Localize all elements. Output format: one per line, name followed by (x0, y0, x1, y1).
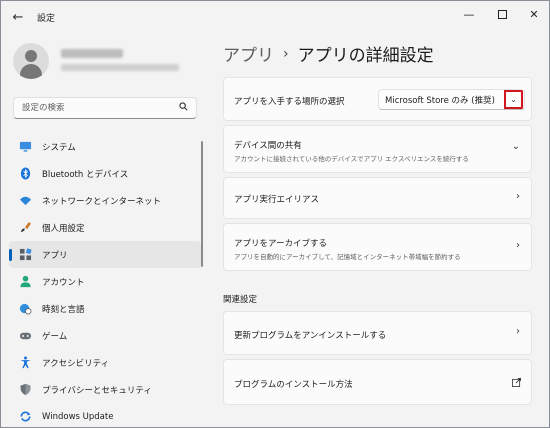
sidebar-item-label: アカウント (42, 277, 85, 288)
monitor-icon (19, 141, 32, 152)
sidebar-item-label: Windows Update (42, 411, 114, 422)
related-settings-heading: 関連設定 (223, 295, 258, 305)
sidebar-item-label: ネットワークとインターネット (42, 196, 162, 207)
sidebar-scrollbar[interactable] (201, 141, 203, 267)
maximize-icon (497, 9, 507, 19)
search-icon (179, 102, 188, 114)
apps-icon (19, 248, 32, 261)
sidebar-nav: システム Bluetooth とデバイス ネットワークとインターネット 個人用設… (9, 133, 201, 427)
sidebar-item-accessibility[interactable]: アクセシビリティ (9, 349, 201, 376)
settings-window: ← 設定 — ✕ システム Bluetooth とデバイス (0, 0, 550, 428)
page-title: アプリの詳細設定 (297, 46, 434, 66)
chevron-right-icon: › (516, 191, 520, 202)
user-email-redacted (61, 64, 179, 71)
sidebar-item-label: Bluetooth とデバイス (42, 169, 129, 180)
app-source-dropdown[interactable]: Microsoft Store のみ (推奨) ⌄ (378, 89, 525, 110)
minimize-button[interactable]: — (452, 1, 486, 27)
sidebar-item-label: アプリ (42, 250, 68, 261)
user-name-redacted (61, 49, 123, 58)
sidebar-item-time-language[interactable]: 時刻と言語 (9, 295, 201, 322)
chevron-right-icon: › (516, 240, 520, 251)
sidebar-item-bluetooth[interactable]: Bluetooth とデバイス (9, 160, 201, 187)
minimize-icon: — (463, 7, 475, 21)
search-input[interactable] (22, 103, 172, 113)
close-icon: ✕ (529, 7, 539, 21)
sidebar-item-label: アクセシビリティ (42, 358, 110, 369)
sidebar-item-system[interactable]: システム (9, 133, 201, 160)
sidebar-item-gaming[interactable]: ゲーム (9, 322, 201, 349)
brush-icon (20, 222, 32, 233)
dropdown-value: Microsoft Store のみ (推奨) (385, 95, 495, 106)
app-source-title: アプリを入手する場所の選択 (234, 97, 345, 107)
chevron-down-icon: ⌄ (511, 141, 520, 152)
sidebar-item-label: プライバシーとセキュリティ (42, 385, 152, 396)
share-description: アカウントに接続されている他のデバイスでアプリ エクスペリエンスを続行する (234, 155, 469, 163)
search-box[interactable] (13, 97, 197, 119)
sidebar-item-label: ゲーム (42, 331, 68, 342)
app-execution-alias-card[interactable]: アプリ実行エイリアス › (223, 177, 532, 219)
app-source-card: アプリを入手する場所の選択 Microsoft Store のみ (推奨) ⌄ (223, 77, 532, 121)
sidebar-item-network[interactable]: ネットワークとインターネット (9, 187, 201, 214)
back-button[interactable]: ← (7, 7, 29, 27)
archive-title: アプリをアーカイブする (234, 239, 327, 249)
uninstall-updates-title: 更新プログラムをアンインストールする (234, 331, 387, 341)
wifi-icon (19, 196, 32, 206)
shield-icon (20, 383, 31, 396)
title-bar: ← 設定 — ✕ (1, 1, 549, 33)
sidebar-item-accounts[interactable]: アカウント (9, 268, 201, 295)
chevron-right-icon: › (516, 326, 520, 337)
share-across-devices-card[interactable]: デバイス間の共有 アカウントに接続されている他のデバイスでアプリ エクスペリエン… (223, 125, 532, 173)
breadcrumb: アプリ › アプリの詳細設定 (223, 41, 434, 67)
globe-clock-icon (19, 303, 32, 315)
sidebar-item-label: 時刻と言語 (42, 304, 85, 315)
sidebar-item-personalization[interactable]: 個人用設定 (9, 214, 201, 241)
sidebar-item-apps[interactable]: アプリ (9, 241, 201, 268)
install-programs-card[interactable]: プログラムのインストール方法 (223, 359, 532, 405)
sidebar-item-privacy[interactable]: プライバシーとセキュリティ (9, 376, 201, 403)
sidebar-item-label: システム (42, 142, 76, 153)
update-icon (20, 411, 31, 422)
arrow-left-icon: ← (12, 9, 24, 25)
open-external-icon (512, 378, 521, 387)
sidebar-item-windows-update[interactable]: Windows Update (9, 403, 201, 427)
alias-title: アプリ実行エイリアス (234, 195, 320, 205)
bluetooth-icon (20, 167, 31, 180)
accessibility-icon (20, 356, 31, 369)
dropdown-toggle[interactable]: ⌄ (504, 90, 523, 109)
avatar[interactable] (13, 43, 49, 79)
archive-description: アプリを自動的にアーカイブして、記憶域とインターネット帯域幅を節約する (234, 253, 461, 261)
install-programs-title: プログラムのインストール方法 (234, 380, 353, 390)
uninstall-updates-card[interactable]: 更新プログラムをアンインストールする › (223, 311, 532, 355)
sidebar-item-label: 個人用設定 (42, 223, 85, 234)
app-title: 設定 (37, 14, 56, 24)
gamepad-icon (19, 332, 32, 340)
chevron-down-icon: ⌄ (510, 95, 517, 104)
person-icon (20, 275, 31, 288)
breadcrumb-parent[interactable]: アプリ (223, 41, 274, 66)
maximize-button[interactable] (485, 1, 519, 27)
close-button[interactable]: ✕ (517, 1, 549, 27)
archive-apps-card[interactable]: アプリをアーカイブする アプリを自動的にアーカイブして、記憶域とインターネット帯… (223, 223, 532, 271)
share-title: デバイス間の共有 (234, 141, 302, 151)
breadcrumb-separator: › (283, 45, 289, 62)
